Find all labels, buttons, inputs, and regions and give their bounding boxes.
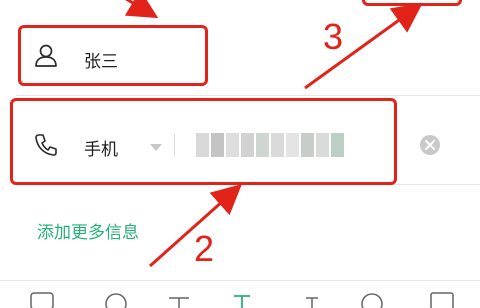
annotation-number-3: 3 <box>323 16 344 57</box>
arrow-to-top <box>304 2 423 90</box>
annotation-number-2: 2 <box>194 228 215 269</box>
arrow-to-phone <box>149 184 242 268</box>
annotation-arrows <box>124 0 423 268</box>
arrow-to-name <box>124 0 159 19</box>
